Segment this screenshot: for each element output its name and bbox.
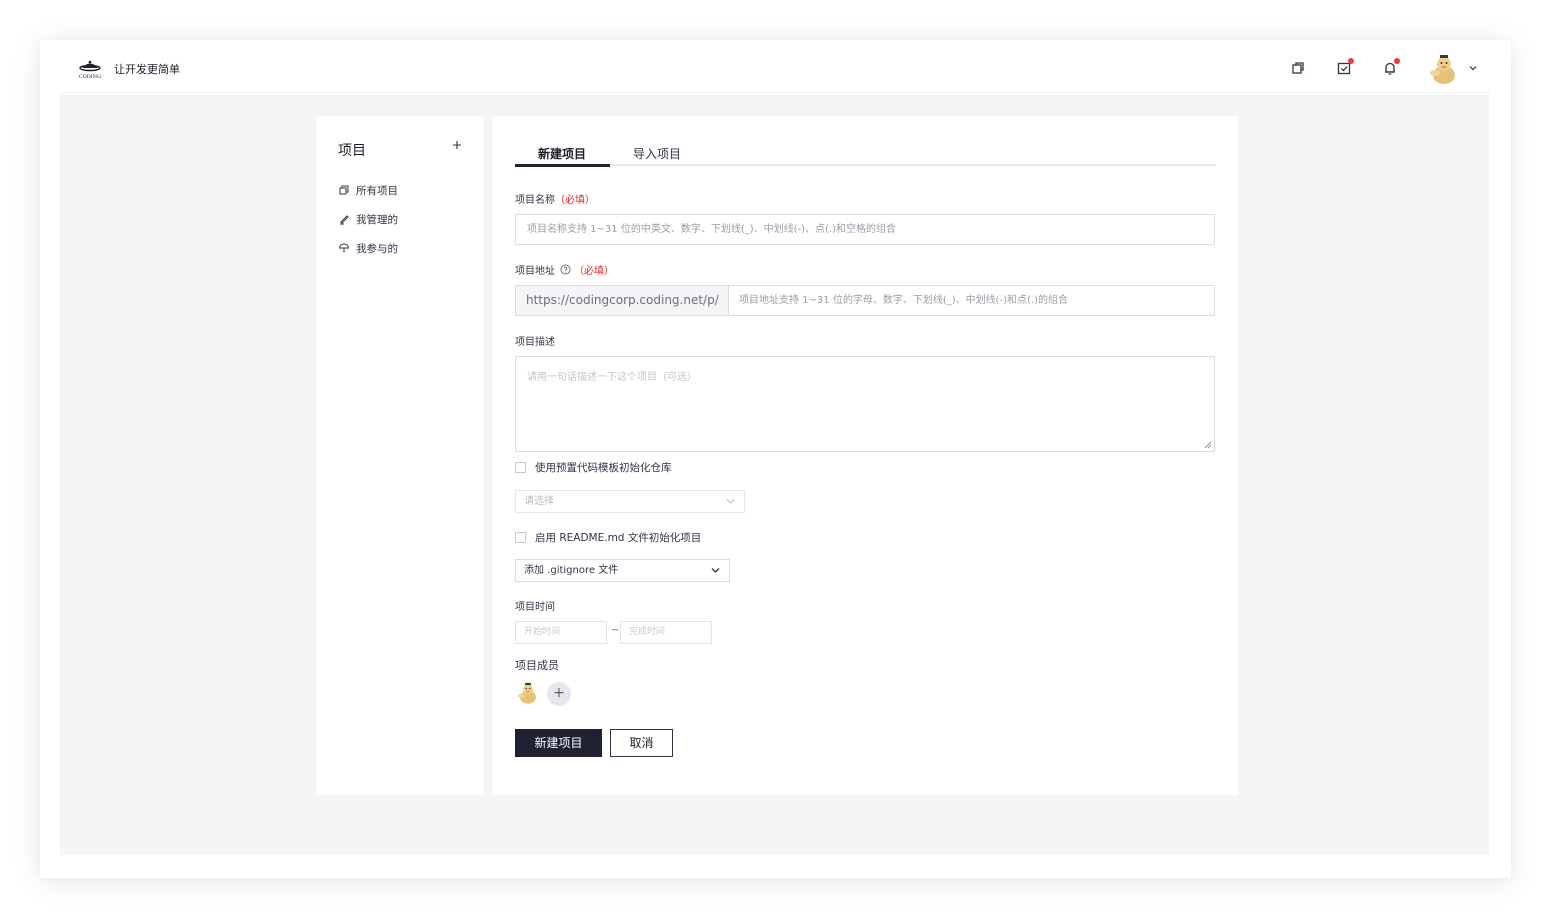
bell-badge-dot [1394,58,1400,64]
sidebar-title: 项目 [338,143,366,159]
user-avatar[interactable] [1426,51,1462,87]
required-mark: （必填） [574,266,614,277]
project-time-label: 项目时间 [515,602,555,613]
template-select[interactable]: 请选择 [515,490,745,513]
required-mark: （必填） [555,195,595,206]
desc-placeholder: 请用一句话描述一下这个项目（可选） [527,372,697,383]
project-name-input[interactable]: 项目名称支持 1~31 位的中英文、数字、下划线(_)、中划线(-)、点(.)和… [515,214,1215,245]
logo-text: CODING [79,74,101,80]
readme-checkbox-label: 启用 README.md 文件初始化项目 [535,531,702,544]
add-project-icon[interactable] [450,138,464,152]
start-date-input[interactable]: 开始时间 [515,621,607,644]
project-desc-label: 项目描述 [515,337,555,348]
template-checkbox-label: 使用预置代码模板初始化仓库 [535,461,672,474]
chevron-down-icon [711,568,720,573]
gitignore-select[interactable]: 添加 .gitignore 文件 [515,559,730,582]
copy-icon[interactable] [1290,60,1306,76]
content-area: 项目 所有项目 我管理的 我参与的 新建项目 导入项目 项目名称（必填） 项目名… [60,94,1489,855]
sidebar-item-all-projects[interactable]: 所有项目 [338,180,398,200]
member-avatar[interactable] [515,680,541,706]
date-separator: ~ [611,625,620,636]
project-address-input[interactable]: 项目地址支持 1~31 位的字母、数字、下划线(_)、中划线(-)和点(.)的组… [729,285,1215,316]
projects-icon [339,185,349,195]
project-members-label: 项目成员 [515,659,559,672]
sidebar-item-label: 所有项目 [356,184,398,197]
project-tabs: 新建项目 导入项目 [515,140,1216,167]
project-name-label-text: 项目名称 [515,195,555,206]
template-checkbox-row[interactable]: 使用预置代码模板初始化仓库 [515,460,672,474]
resize-handle-icon[interactable] [1204,441,1212,449]
tab-import-project[interactable]: 导入项目 [633,145,681,162]
project-address-label: 项目地址 （必填） [515,262,614,277]
top-navbar: CODING 让开发更简单 [60,40,1489,93]
sidebar-item-participated[interactable]: 我参与的 [338,238,398,258]
template-checkbox[interactable] [515,461,526,473]
address-prefix: https://codingcorp.coding.net/p/ [515,285,729,316]
task-badge-dot [1348,58,1354,64]
add-member-button[interactable]: + [547,682,571,706]
end-date-input[interactable]: 完成时间 [620,621,712,644]
active-tab-indicator [515,164,610,167]
app-window: CODING 让开发更简单 项目 所有项目 我管理的 我参与的 新建项目 导入项… [40,40,1511,878]
brand-slogan: 让开发更简单 [114,63,180,76]
chevron-down-icon[interactable] [1468,64,1478,72]
cancel-button[interactable]: 取消 [610,729,673,757]
pencil-icon [340,215,349,225]
readme-checkbox[interactable] [515,531,526,543]
tab-new-project[interactable]: 新建项目 [538,145,586,162]
project-name-label: 项目名称（必填） [515,191,595,206]
project-sidebar: 项目 所有项目 我管理的 我参与的 [316,116,484,795]
umbrella-icon [338,243,350,253]
project-desc-textarea[interactable]: 请用一句话描述一下这个项目（可选） [515,356,1215,452]
project-address-label-text: 项目地址 [515,266,555,277]
sidebar-item-managed[interactable]: 我管理的 [338,209,398,229]
chevron-down-icon [726,499,735,504]
create-project-panel: 新建项目 导入项目 项目名称（必填） 项目名称支持 1~31 位的中英文、数字、… [492,116,1238,795]
sidebar-item-label: 我参与的 [356,242,398,255]
template-select-value: 请选择 [524,496,554,507]
coding-logo[interactable]: CODING [74,57,106,81]
create-project-button[interactable]: 新建项目 [515,729,602,757]
readme-checkbox-row[interactable]: 启用 README.md 文件初始化项目 [515,530,701,544]
help-icon[interactable] [560,264,571,275]
sidebar-item-label: 我管理的 [356,213,398,226]
gitignore-select-value: 添加 .gitignore 文件 [524,565,619,576]
